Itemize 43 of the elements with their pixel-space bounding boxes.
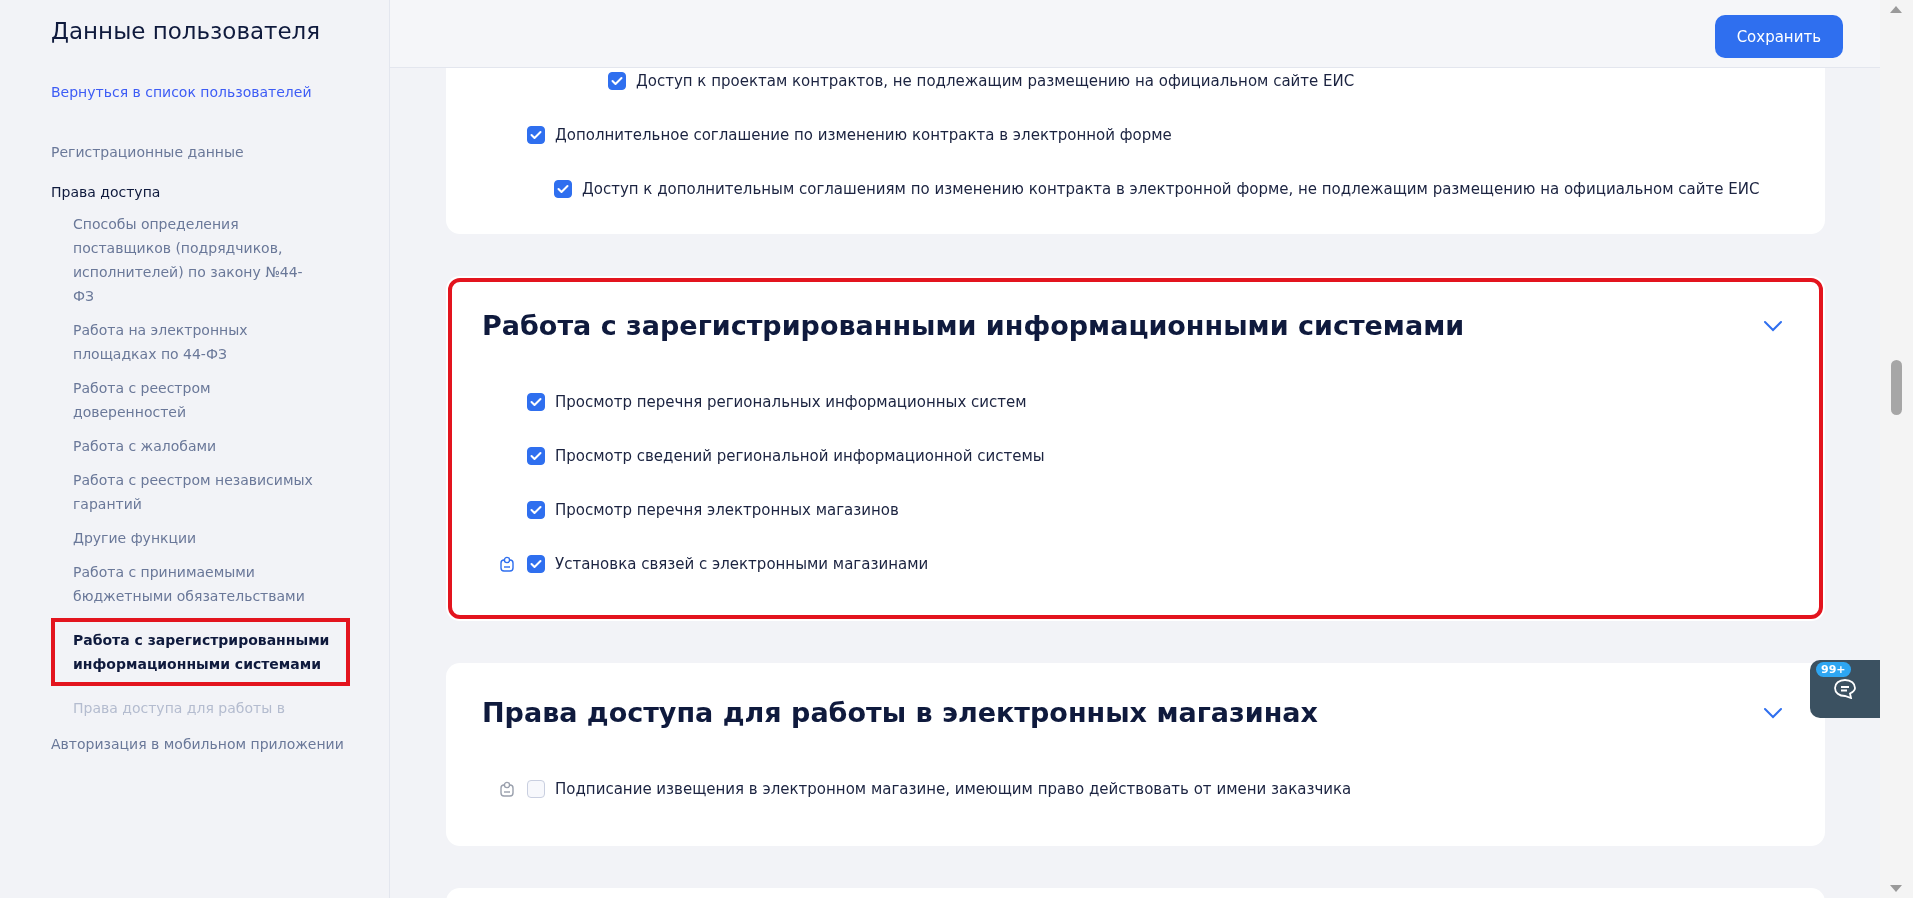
permission-label: Доступ к дополнительным соглашениям по изменению контракта в электронной форме, не подлежащим размещению на официальном сайте ЕИС xyxy=(582,180,1760,198)
section-title: Права доступа для работы в электронных магазинах xyxy=(482,697,1318,728)
checkbox[interactable] xyxy=(608,72,626,90)
checkmark-icon xyxy=(530,397,542,407)
checkmark-icon xyxy=(530,130,542,140)
permission-label: Просмотр перечня региональных информационных систем xyxy=(555,393,1027,411)
sidebar-subitem[interactable]: Работа на электронных площадках по 44-ФЗ xyxy=(73,318,318,366)
checkbox[interactable] xyxy=(554,180,572,198)
checkmark-icon xyxy=(530,505,542,515)
sidebar-item[interactable]: Авторизация в мобильном приложении xyxy=(51,736,389,752)
sidebar-subitem[interactable]: Работа с зарегистрированными информационными системами xyxy=(51,618,350,686)
checkbox[interactable] xyxy=(527,393,545,411)
permission-label: Просмотр сведений региональной информационной системы xyxy=(555,447,1045,465)
sidebar-subitem[interactable]: Работа с реестром независимых гарантий xyxy=(73,468,318,516)
permission-label: Подписание извещения в электронном магазине, имеющим право действовать от имени заказчика xyxy=(555,780,1352,798)
save-button[interactable]: Сохранить xyxy=(1714,15,1843,58)
checkmark-icon xyxy=(557,184,569,194)
sidebar-subitem[interactable]: Работа с реестром доверенностей xyxy=(73,376,318,424)
chevron-down-icon[interactable] xyxy=(1763,319,1783,332)
checkbox[interactable] xyxy=(527,126,545,144)
checkbox[interactable] xyxy=(527,555,545,573)
checkmark-icon xyxy=(530,559,542,569)
page-title: Данные пользователя xyxy=(51,18,322,44)
sidebar-item[interactable]: Регистрационные данные xyxy=(51,144,389,160)
permission-label: Дополнительное соглашение по изменению контракта в электронной форме xyxy=(555,126,1172,144)
checkmark-icon xyxy=(530,451,542,461)
section-title: Работа с зарегистрированными информационными системами xyxy=(482,310,1465,341)
sidebar-subitem[interactable]: Другие функции xyxy=(73,526,318,550)
permission-label: Доступ к проектам контрактов, не подлежащим размещению на официальном сайте ЕИС xyxy=(636,72,1355,90)
notification-badge: 99+ xyxy=(1816,662,1851,677)
checkbox[interactable] xyxy=(527,447,545,465)
sidebar-item[interactable]: Права доступа xyxy=(51,184,389,200)
sidebar-subitem[interactable]: Работа с принимаемыми бюджетными обязательствами xyxy=(73,560,318,608)
checkbox[interactable] xyxy=(527,501,545,519)
sidebar-subitem[interactable]: Работа с жалобами xyxy=(73,434,318,458)
chat-icon xyxy=(1834,679,1856,699)
permission-label: Установка связей с электронными магазинами xyxy=(555,555,929,573)
chat-button[interactable]: 99+ xyxy=(1810,660,1880,718)
back-link[interactable]: Вернуться в список пользователей xyxy=(51,84,389,100)
chevron-down-icon[interactable] xyxy=(1763,706,1783,719)
sidebar-subitem[interactable]: Способы определения поставщиков (подрядчиков, исполнителей) по закону №44-ФЗ xyxy=(73,212,318,308)
checkmark-icon xyxy=(611,76,623,86)
permission-label: Просмотр перечня электронных магазинов xyxy=(555,501,899,519)
